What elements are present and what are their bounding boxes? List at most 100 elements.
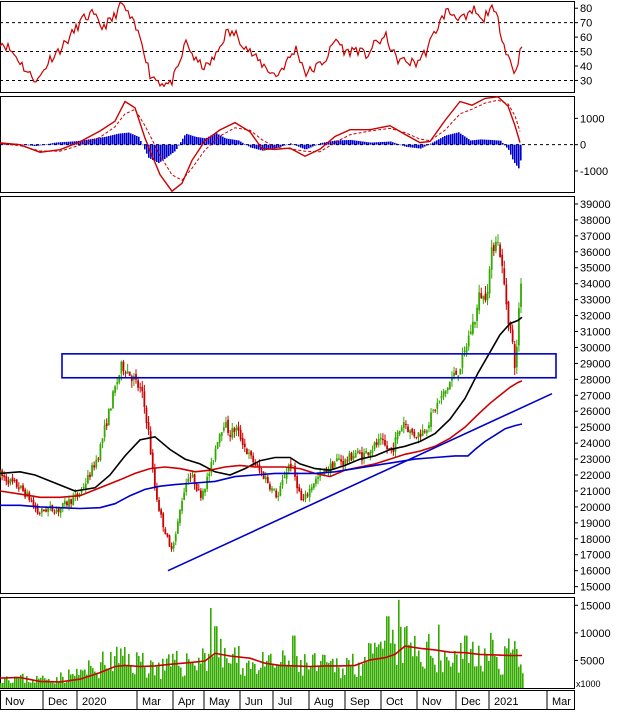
volume-bar bbox=[124, 647, 126, 688]
volume-bar bbox=[146, 677, 148, 688]
candle-body bbox=[275, 490, 278, 498]
volume-bar bbox=[412, 656, 414, 688]
volume-bar bbox=[324, 654, 326, 688]
macd-histogram-bar bbox=[112, 135, 114, 145]
volume-bar bbox=[122, 655, 124, 688]
candle-body bbox=[38, 513, 41, 514]
macd-histogram-bar bbox=[470, 140, 472, 145]
candle-body bbox=[490, 247, 493, 270]
candle-body bbox=[413, 431, 416, 437]
candle-body bbox=[382, 438, 384, 441]
price-tick-label: 24000 bbox=[580, 438, 611, 450]
macd-histogram-bar bbox=[298, 144, 300, 147]
volume-bar bbox=[494, 655, 496, 688]
macd-histogram-bar bbox=[512, 144, 514, 160]
candle-body bbox=[250, 451, 252, 456]
volume-bar bbox=[396, 664, 398, 688]
macd-histogram-bar bbox=[240, 141, 242, 145]
candle-body bbox=[68, 499, 70, 507]
volume-bar bbox=[32, 680, 34, 688]
volume-bar bbox=[242, 668, 244, 688]
macd-histogram-bar bbox=[62, 142, 64, 145]
candle-body bbox=[256, 464, 259, 466]
macd-histogram-bar bbox=[382, 141, 384, 145]
candle-body bbox=[55, 509, 58, 513]
candle-body bbox=[469, 331, 472, 335]
macd-histogram-bar bbox=[64, 141, 66, 145]
volume-bar bbox=[170, 666, 172, 688]
volume-bar bbox=[314, 653, 316, 688]
x-axis-label: Mar bbox=[142, 696, 161, 708]
macd-histogram-bar bbox=[488, 139, 490, 145]
volume-bar bbox=[182, 676, 184, 688]
volume-bar bbox=[142, 652, 144, 688]
macd-histogram-bar bbox=[186, 133, 188, 145]
volume-bar bbox=[12, 682, 14, 688]
volume-bar bbox=[290, 666, 292, 688]
macd-histogram-bar bbox=[446, 135, 448, 145]
macd-histogram-bar bbox=[484, 139, 486, 145]
volume-bar bbox=[422, 666, 424, 688]
candle-body bbox=[99, 444, 102, 461]
candle-body bbox=[225, 421, 227, 428]
macd-histogram-bar bbox=[24, 144, 26, 146]
candle-body bbox=[91, 465, 93, 476]
macd-histogram-bar bbox=[398, 144, 400, 145]
candle-body bbox=[499, 244, 501, 258]
macd-histogram-bar bbox=[52, 143, 54, 145]
volume-bar bbox=[62, 676, 64, 688]
volume-tick-label: 15000 bbox=[580, 600, 611, 612]
candle-body bbox=[273, 489, 276, 491]
volume-bar bbox=[344, 675, 346, 688]
candle-body bbox=[317, 477, 319, 479]
x-axis-label: Jun bbox=[245, 696, 263, 708]
stock-chart: 30 40 50 60 70 80 -1000 0 1000 15000 16000 17000 180… bbox=[0, 0, 623, 710]
price-tick-label: 36000 bbox=[580, 247, 611, 259]
volume-bar bbox=[116, 646, 118, 688]
candle-body bbox=[398, 430, 401, 435]
volume-bar bbox=[392, 629, 394, 688]
macd-histogram-bar bbox=[122, 133, 124, 145]
volume-bar bbox=[366, 662, 368, 688]
volume-bar bbox=[466, 635, 468, 688]
volume-bar bbox=[296, 656, 298, 688]
macd-histogram-bar bbox=[388, 141, 390, 145]
candle-body bbox=[375, 442, 378, 446]
macd-histogram-bar bbox=[170, 144, 172, 155]
volume-bar bbox=[286, 666, 288, 688]
macd-histogram-bar bbox=[392, 142, 394, 145]
volume-bar bbox=[50, 682, 52, 688]
price-tick-label: 20000 bbox=[580, 502, 611, 514]
candle-body bbox=[128, 371, 131, 376]
volume-bar bbox=[84, 669, 86, 688]
macd-histogram-bar bbox=[330, 141, 332, 145]
volume-bar bbox=[216, 626, 218, 688]
macd-histogram-bar bbox=[226, 138, 228, 145]
candle-body bbox=[118, 375, 121, 383]
macd-histogram-bar bbox=[458, 132, 460, 145]
volume-bar bbox=[134, 674, 136, 688]
volume-bar bbox=[194, 665, 196, 688]
candle-body bbox=[482, 296, 485, 300]
macd-histogram-bar bbox=[164, 144, 166, 160]
volume-bar bbox=[78, 674, 80, 688]
volume-bar bbox=[266, 660, 268, 688]
macd-histogram-bar bbox=[182, 138, 184, 145]
macd-histogram-bar bbox=[108, 136, 110, 145]
macd-histogram-bar bbox=[128, 132, 130, 145]
volume-bar bbox=[454, 650, 456, 688]
volume-bar bbox=[370, 643, 372, 688]
candle-body bbox=[216, 442, 219, 449]
volume-bar bbox=[162, 658, 164, 688]
volume-bar bbox=[232, 653, 234, 688]
volume-bar bbox=[312, 654, 314, 688]
macd-histogram-bar bbox=[60, 142, 62, 145]
volume-bar bbox=[26, 676, 28, 688]
volume-bar bbox=[470, 648, 472, 688]
macd-histogram-bar bbox=[418, 144, 420, 149]
volume-bar bbox=[384, 640, 386, 688]
price-tick-label: 34000 bbox=[580, 279, 611, 291]
candle-body bbox=[109, 408, 112, 411]
volume-bar bbox=[168, 654, 170, 688]
macd-histogram-bar bbox=[44, 144, 46, 146]
